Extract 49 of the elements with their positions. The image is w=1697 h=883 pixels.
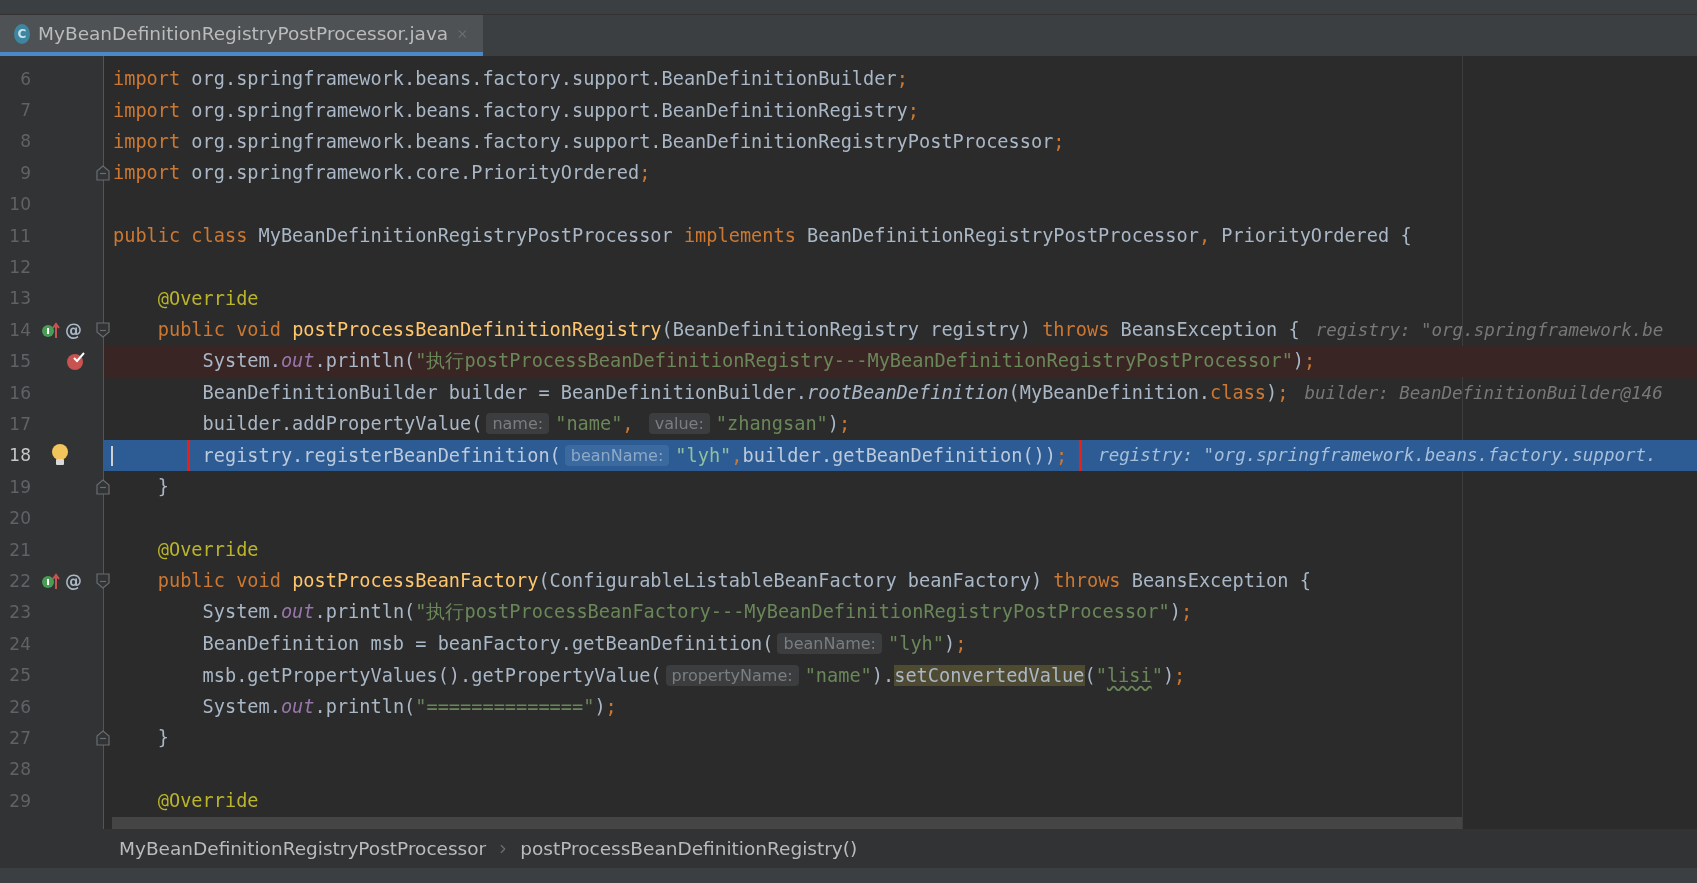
parameter-hint: name:: [486, 413, 550, 435]
code-text: BeanDefinition msb = beanFactory.getBeanDefinition(: [201, 633, 774, 655]
code-text: }: [156, 727, 169, 749]
code-text: builder.addPropertyValue(: [201, 413, 483, 435]
editor-tab[interactable]: C MyBeanDefinitionRegistryPostProcessor.java: [0, 15, 483, 56]
inline-debug-value: builder: BeanDefinitionBuilder@146: [1304, 382, 1663, 403]
code-text: @Override: [156, 287, 259, 309]
breadcrumb[interactable]: postProcessBeanDefinitionRegistry(): [520, 838, 858, 859]
code-text: import org.springframework.beans.factory.support.BeanDefinitionBuilder;: [113, 68, 908, 90]
breadcrumb[interactable]: MyBeanDefinitionRegistryPostProcessor: [119, 838, 487, 859]
annotation-icon[interactable]: @: [65, 319, 82, 340]
code-text: import org.springframework.core.PriorityOrdered;: [113, 162, 651, 184]
fold-marker-icon[interactable]: [96, 730, 110, 747]
horizontal-scrollbar[interactable]: [112, 817, 1462, 829]
code-text: "lyh");: [888, 633, 967, 655]
code-text: "zhangsan");: [715, 413, 851, 435]
code-text: msb.getPropertyValues().getPropertyValue(: [201, 664, 662, 686]
code-text: public void postProcessBeanDefinitionRegistry(BeanDefinitionRegistry registry) throws BeansException {: [156, 319, 1300, 341]
code-text: }: [156, 476, 169, 498]
fold-marker-icon[interactable]: [96, 165, 110, 182]
parameter-hint: value:: [648, 413, 710, 435]
code-text: System.out.println("执行postProcessBeanDefinitionRegistry---MyBeanDefinitionRegistryPostProcessor");: [201, 349, 1316, 374]
code-text: registry.registerBeanDefinition(: [202, 444, 561, 466]
parameter-hint: beanName:: [777, 633, 882, 655]
fold-marker-icon[interactable]: [96, 322, 110, 339]
code-text: System.out.println("==============");: [201, 696, 617, 717]
code-text: public class MyBeanDefinitionRegistryPostProcessor implements BeanDefinitionRegistryPostProcessor, PriorityOrdered {: [113, 225, 1412, 247]
text-cursor: [111, 445, 113, 466]
code-text: System.out.println("执行postProcessBeanFactory---MyBeanDefinitionRegistryPostProcessor");: [201, 600, 1193, 625]
fold-marker-icon[interactable]: [96, 573, 110, 590]
inline-debug-value: registry: "org.springframework.beans.factory.support.: [1098, 445, 1657, 466]
parameter-hint: beanName:: [564, 444, 670, 466]
code-text: import org.springframework.beans.factory.support.BeanDefinitionRegistryPostProcessor;: [113, 130, 1065, 152]
breakpoint-icon[interactable]: [65, 350, 87, 373]
code-text: "lyh",builder.getBeanDefinition());: [675, 444, 1068, 466]
line-number: 18: [8, 445, 31, 466]
code-text: BeanDefinitionBuilder builder = BeanDefinitionBuilder.rootBeanDefinition(MyBeanDefinition.class);: [201, 382, 1289, 404]
parameter-hint: propertyName:: [665, 664, 799, 686]
lightbulb-icon[interactable]: [51, 443, 69, 468]
code-text: @Override: [156, 790, 259, 812]
code-text: public void postProcessBeanFactory(ConfigurableListableBeanFactory beanFactory) throws BeansException {: [156, 570, 1311, 592]
code-text: @Override: [156, 539, 259, 561]
code-text: import org.springframework.beans.factory.support.BeanDefinitionRegistry;: [113, 99, 919, 121]
class-icon: C: [14, 23, 31, 44]
inline-debug-value: registry: "org.springframework.be: [1315, 319, 1664, 340]
code-text: "name",: [555, 413, 635, 435]
tab-title: MyBeanDefinitionRegistryPostProcessor.java: [38, 23, 449, 44]
fold-marker-icon[interactable]: [96, 479, 110, 496]
annotation-icon[interactable]: @: [65, 570, 82, 591]
